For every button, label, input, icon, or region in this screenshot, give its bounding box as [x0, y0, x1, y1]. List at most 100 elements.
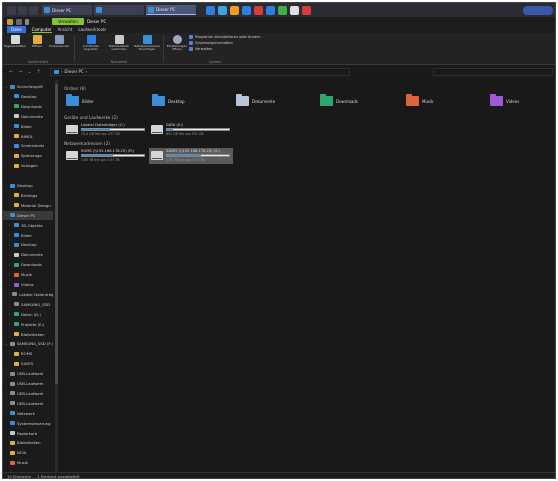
pinned-app-icon[interactable] [278, 5, 287, 15]
system-properties-button[interactable]: Systemeigenschaften [189, 41, 233, 45]
folder-tile[interactable]: Desktop [152, 94, 185, 106]
pinned-app-icon[interactable] [230, 5, 239, 15]
open-button[interactable]: Öffnen [27, 35, 47, 48]
pinned-app-icon[interactable] [218, 5, 227, 15]
chevron-icon[interactable]: › [5, 382, 8, 386]
nav-item[interactable]: Systemsteuerung [3, 419, 53, 428]
pinned-app-icon[interactable] [290, 5, 299, 15]
pinned-app-icon[interactable] [266, 5, 275, 15]
nav-item[interactable]: ›Lokaler Datenträger [3, 290, 53, 299]
recent-button[interactable]: ⌄ [27, 69, 31, 75]
chevron-icon[interactable]: › [5, 391, 8, 395]
folder-tile[interactable]: Bilder [66, 94, 94, 106]
chevron-icon[interactable]: › [9, 292, 10, 296]
search-icon[interactable] [18, 5, 27, 15]
nav-item[interactable]: › Netzwerk [3, 409, 53, 418]
task-view-icon[interactable] [29, 5, 38, 15]
nav-item[interactable]: › 3D-Objekte [3, 221, 53, 230]
chevron-icon[interactable]: › [9, 322, 12, 326]
tab-drive-tools[interactable]: Laufwerktools [78, 27, 106, 32]
nav-item[interactable]: › USB-Laufwerk [3, 379, 53, 388]
nav-item[interactable]: Bindings [3, 191, 53, 200]
breadcrumb[interactable]: Dieser PC [64, 69, 83, 74]
nav-item[interactable]: Vorlagen [3, 161, 53, 170]
chevron-icon[interactable]: › [9, 273, 12, 277]
chevron-icon[interactable]: › [5, 372, 8, 376]
folder-tile[interactable]: Musik [406, 94, 434, 106]
nav-item[interactable]: Desktop [3, 92, 53, 101]
folder-tile[interactable]: Dokumente [236, 94, 275, 106]
drive-tile[interactable]: SAVES (\\192.168.178.20) (S:) 1,65 TB fre… [149, 148, 233, 164]
nav-item[interactable]: Material Design [3, 201, 53, 210]
nav-item[interactable]: › Projekte (E:) [3, 320, 53, 329]
chevron-icon[interactable]: ⌄ [5, 213, 8, 217]
nav-item[interactable]: NCIA [3, 448, 53, 457]
open-settings-button[interactable]: Einstellungen öffnen [167, 35, 187, 51]
chevron-icon[interactable]: › [9, 312, 12, 316]
chevron-icon[interactable]: › [9, 263, 12, 267]
chevron-icon[interactable]: › [9, 283, 12, 287]
nav-item[interactable]: › Daten (D:) [3, 310, 53, 319]
nav-item[interactable]: › Bilder [3, 231, 53, 240]
nav-item[interactable]: SAVES [3, 359, 53, 368]
network-header[interactable]: Netzwerkadressen (2) [64, 141, 110, 146]
chevron-icon[interactable]: › [9, 233, 12, 237]
nav-item[interactable]: ⌄ SAMSUNG_SSD (F:) [3, 339, 53, 348]
chevron-icon[interactable]: ⌄ [5, 85, 8, 89]
nav-item[interactable]: › Desktop [3, 181, 53, 190]
taskbar-pill[interactable] [523, 5, 553, 15]
start-icon[interactable] [7, 5, 16, 15]
chevron-icon[interactable]: › [5, 411, 8, 415]
nav-item[interactable]: Bibliotheken [3, 438, 53, 447]
drives-header[interactable]: Geräte und Laufwerke (2) [64, 115, 118, 120]
nav-item[interactable]: › Downloads [3, 260, 53, 269]
forward-button[interactable]: → [18, 69, 22, 75]
uninstall-program-button[interactable]: Programm deinstallieren oder ändern [189, 35, 261, 39]
chevron-icon[interactable]: › [9, 352, 12, 356]
nav-item[interactable]: Musik [3, 458, 53, 467]
up-button[interactable]: ↑ [37, 69, 41, 75]
pinned-app-icon[interactable] [254, 5, 263, 15]
tab-file[interactable]: Datei [7, 26, 26, 33]
nav-item[interactable]: › SAMSUNG_SSD [3, 300, 53, 309]
chevron-icon[interactable]: › [9, 253, 12, 257]
address-input[interactable]: › Dieser PC › [49, 67, 350, 76]
folder-tile[interactable]: Videos [490, 94, 519, 106]
chevron-icon[interactable]: › [9, 223, 12, 227]
nav-item[interactable]: › Desktop [3, 240, 53, 249]
folder-tile[interactable]: Downloads [320, 94, 358, 106]
nav-item[interactable]: Bilder [3, 122, 53, 131]
pinned-app-icon[interactable] [242, 5, 251, 15]
nav-item[interactable]: Bibliotheken [3, 330, 53, 339]
nav-item[interactable]: › Videos [3, 280, 53, 289]
back-button[interactable]: ← [9, 69, 13, 75]
drive-tile[interactable]: ROMS (\\192.168.178.20) (R:) 1,65 TB frei… [64, 148, 148, 164]
nav-item[interactable]: › Musik [3, 270, 53, 279]
nav-item[interactable]: Papierkorb [3, 429, 53, 438]
nav-item[interactable]: › USB-Laufwerk [3, 369, 53, 378]
nav-item[interactable]: Spielzeuge [3, 151, 53, 160]
properties-icon[interactable] [16, 18, 22, 25]
access-media-button[interactable]: Auf Medien zugreifen [78, 35, 104, 51]
pinned-app-icon[interactable] [206, 5, 215, 15]
rename-button[interactable]: Umbenennen [49, 35, 69, 48]
map-network-drive-button[interactable]: Netzlaufwerk verbinden [106, 35, 132, 51]
nav-item[interactable]: ⌄ Dieser PC [3, 210, 53, 220]
tab-view[interactable]: Ansicht [58, 27, 73, 32]
nav-item[interactable]: Dokumente [3, 112, 53, 121]
folders-header[interactable]: Ordner (6) [64, 86, 86, 91]
tab-computer[interactable]: Computer [31, 27, 52, 33]
context-tab-manage[interactable]: Verwalten [52, 18, 84, 25]
chevron-icon[interactable]: › [9, 243, 12, 247]
taskbar-window-button[interactable]: Dieser PC [146, 5, 196, 15]
nav-item[interactable]: › Dokumente [3, 250, 53, 259]
search-input[interactable] [433, 67, 553, 76]
pinned-app-icon[interactable] [302, 5, 311, 15]
add-network-location-button[interactable]: Netzwerkadresse hinzufügen [134, 35, 160, 51]
nav-item[interactable]: › USB-Laufwerk [3, 399, 53, 408]
taskbar-window-button[interactable] [94, 5, 144, 15]
chevron-icon[interactable]: › [9, 302, 12, 306]
nav-item[interactable]: Screenshots [3, 141, 53, 150]
taskbar-window-button[interactable]: Dieser PC [42, 5, 92, 15]
nav-item[interactable]: ⌄ Schnellzugriff [3, 82, 53, 91]
